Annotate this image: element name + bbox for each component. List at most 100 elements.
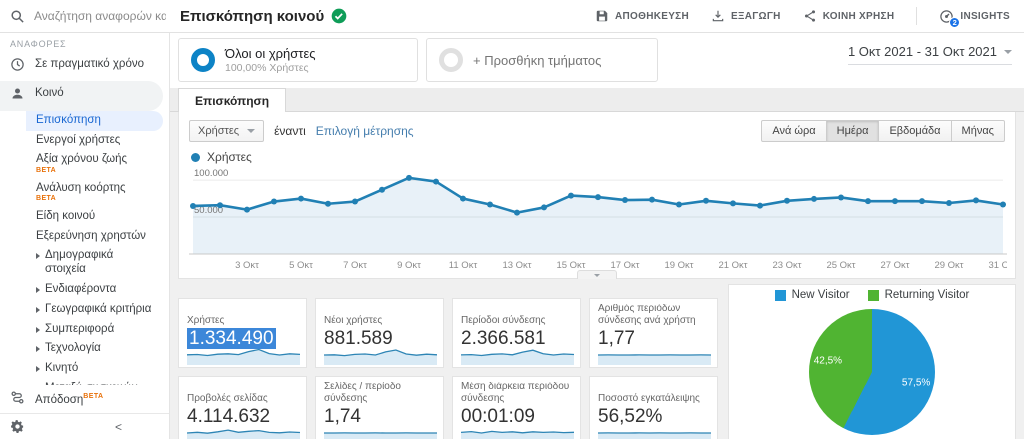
metric-sparkline: [324, 432, 437, 439]
sidebar-item-κινητό[interactable]: Κινητό: [26, 359, 163, 379]
sidebar-item-ανάλυση-κοόρτης[interactable]: Ανάλυση κοόρτης BETA: [26, 179, 163, 207]
segment-ring-icon: [191, 48, 215, 72]
sidebar-item-audience[interactable]: Κοινό: [0, 81, 163, 111]
chart-expand-tab[interactable]: [577, 270, 617, 279]
export-icon: [711, 9, 725, 23]
chevron-right-icon: [36, 286, 40, 293]
svg-text:27 Οκτ: 27 Οκτ: [880, 260, 909, 271]
visitor-type-pie-chart[interactable]: [809, 309, 935, 435]
tab-overview[interactable]: Επισκόπηση: [178, 88, 287, 112]
legend-returning-visitor[interactable]: Returning Visitor: [867, 289, 969, 301]
action-label: ΕΞΑΓΩΓΗ: [731, 10, 781, 22]
sidebar-item-εξερεύνηση-χρηστών[interactable]: Εξερεύνηση χρηστών: [26, 227, 163, 247]
metric-sparkline: [187, 348, 300, 365]
metric-sparkline: [187, 429, 300, 439]
sidebar-item-αξία-χρόνου-ζωής[interactable]: Αξία χρόνου ζωής BETA: [26, 150, 163, 178]
pie-wrap: 57,5% 42,5%: [809, 309, 935, 435]
gear-icon[interactable]: [10, 419, 25, 434]
chevron-right-icon: [36, 366, 40, 373]
legend-label: New Visitor: [791, 289, 850, 301]
person-icon: [10, 86, 25, 105]
topbar-actions: ΑΠΟΘΗΚΕΥΣΗ ΕΞΑΓΩΓΗ ΚΟΙΝΗ ΧΡΗΣΗ 2 INSIGHTS: [595, 7, 1024, 28]
summary-section: Χρήστες 1.334.490 Νέοι χρήστες 881.589 Περίο…: [170, 284, 1024, 439]
sidebar-item-label: Εξερεύνηση χρηστών: [36, 229, 146, 242]
segment-chip-all-users[interactable]: Όλοι οι χρήστες 100,00% Χρήστες: [178, 38, 418, 82]
sidebar-item-label: Ενεργοί χρήστες: [36, 133, 121, 146]
metric-card-προβολές-σελίδας[interactable]: Προβολές σελίδας 4.114.632: [178, 376, 307, 439]
αποθηκευση-button[interactable]: ΑΠΟΘΗΚΕΥΣΗ: [595, 9, 689, 23]
granularity-μήνας[interactable]: Μήνας: [950, 120, 1005, 142]
legend-new-visitor[interactable]: New Visitor: [774, 289, 850, 301]
select-metric-link[interactable]: Επιλογή μέτρησης: [316, 124, 414, 138]
action-label: ΑΠΟΘΗΚΕΥΣΗ: [615, 10, 690, 22]
svg-text:21 Οκτ: 21 Οκτ: [718, 260, 747, 271]
chevron-down-icon: [1004, 49, 1012, 54]
insights-button[interactable]: 2 INSIGHTS: [939, 9, 1010, 28]
sidebar-item-label: Ενδιαφέροντα: [45, 282, 117, 295]
svg-text:7 Οκτ: 7 Οκτ: [343, 260, 367, 271]
metric-label: Ποσοστό εγκατάλειψης: [598, 392, 700, 404]
metric-card-ποσοστό-εγκατάλειψης[interactable]: Ποσοστό εγκατάλειψης 56,52%: [589, 376, 718, 439]
metric-card-αριθμός-περιόδων-σύνδεσης-ανά-χρήστη[interactable]: Αριθμός περιόδων σύνδεσης ανά χρήστη 1,77: [589, 298, 718, 368]
sidebar-item-attribution[interactable]: ΑπόδοσηBETA: [0, 385, 169, 413]
metric-select-dropdown[interactable]: Χρήστες: [189, 120, 265, 142]
metric-card-νέοι-χρήστες[interactable]: Νέοι χρήστες 881.589: [315, 298, 444, 368]
collapse-sidebar-icon[interactable]: <: [115, 420, 122, 434]
users-line-chart[interactable]: 50.000100.0003 Οκτ 5 Οκτ 7 Οκτ 9 Οκτ 11 Οκτ 1…: [189, 166, 1018, 276]
topbar: Επισκόπηση κοινού ΑΠΟΘΗΚΕΥΣΗ ΕΞΑΓΩΓΗ ΚΟΙΝΗ…: [0, 0, 1024, 33]
sidebar-item-label: Είδη κοινού: [36, 209, 96, 222]
sidebar-item-label: Γεωγραφικά κριτήρια: [45, 302, 152, 315]
series-legend-label: Χρήστες: [207, 150, 252, 164]
action-label: ΚΟΙΝΗ ΧΡΗΣΗ: [822, 10, 895, 22]
sidebar-item-συμπεριφορά[interactable]: Συμπεριφορά: [26, 320, 163, 340]
add-segment-label: + Προσθήκη τμήματος: [473, 52, 602, 68]
sidebar-item-τεχνολογία[interactable]: Τεχνολογία: [26, 339, 163, 359]
sidebar-item-ενδιαφέροντα[interactable]: Ενδιαφέροντα: [26, 280, 163, 300]
svg-text:31 Οκτ: 31 Οκτ: [988, 260, 1007, 271]
svg-text:23 Οκτ: 23 Οκτ: [772, 260, 801, 271]
action-label: INSIGHTS: [960, 10, 1010, 22]
segment-ring-empty-icon: [439, 48, 463, 72]
sidebar-item-label: Δημογραφικά στοιχεία: [45, 249, 114, 276]
sidebar-item-γεωγραφικά-κριτήρια[interactable]: Γεωγραφικά κριτήρια: [26, 300, 163, 320]
granularity-ημέρα[interactable]: Ημέρα: [825, 120, 880, 142]
metric-label: Αριθμός περιόδων σύνδεσης ανά χρήστη: [598, 304, 696, 326]
add-segment-chip[interactable]: + Προσθήκη τμήματος: [426, 38, 658, 82]
audience-submenu: Επισκόπηση Ενεργοί χρήστες Αξία χρόνου ζωή…: [0, 110, 169, 407]
metric-sparkline: [598, 354, 711, 365]
beta-badge: BETA: [36, 167, 57, 175]
granularity-ανά-ώρα[interactable]: Ανά ώρα: [761, 120, 827, 142]
pie-slice-label: 57,5%: [901, 377, 931, 389]
sidebar-item-ενεργοί-χρήστες[interactable]: Ενεργοί χρήστες: [26, 131, 163, 151]
metric-card-περίοδοι-σύνδεσης[interactable]: Περίοδοι σύνδεσης 2.366.581: [452, 298, 581, 368]
beta-badge: BETA: [83, 392, 104, 400]
metric-sparkline: [461, 349, 574, 365]
metric-card-μέση-διάρκεια-περιόδου-σύνδεσης[interactable]: Μέση διάρκεια περιόδου σύνδεσης 00:01:09: [452, 376, 581, 439]
εξαγωγη-button[interactable]: ΕΞΑΓΩΓΗ: [711, 9, 781, 23]
sidebar-item-realtime[interactable]: Σε πραγματικό χρόνο: [0, 52, 169, 81]
metric-card-σελίδες-περίοδο-σύνδεσης[interactable]: Σελίδες / περίοδο σύνδεσης 1,74: [315, 376, 444, 439]
chevron-right-icon: [36, 306, 40, 313]
svg-text:25 Οκτ: 25 Οκτ: [826, 260, 855, 271]
metric-card-χρήστες[interactable]: Χρήστες 1.334.490: [178, 298, 307, 368]
metric-label: Νέοι χρήστες: [324, 314, 383, 326]
sidebar-item-είδη-κοινού[interactable]: Είδη κοινού: [26, 207, 163, 227]
metric-label: Μέση διάρκεια περιόδου σύνδεσης: [461, 382, 570, 404]
sidebar-item-label: Αξία χρόνου ζωής BETA: [36, 153, 128, 175]
metric-label: Σελίδες / περίοδο σύνδεσης: [324, 382, 401, 404]
svg-text:19 Οκτ: 19 Οκτ: [664, 260, 693, 271]
chevron-right-icon: [36, 326, 40, 333]
vs-label: έναντι: [274, 124, 306, 138]
svg-text:9 Οκτ: 9 Οκτ: [397, 260, 421, 271]
search-input[interactable]: [34, 9, 166, 23]
sidebar-utility-bar: <: [0, 413, 169, 439]
κοινη-χρηση-button[interactable]: ΚΟΙΝΗ ΧΡΗΣΗ: [803, 9, 895, 23]
granularity-εβδομάδα[interactable]: Εβδομάδα: [878, 120, 952, 142]
date-range-selector[interactable]: 1 Οκτ 2021 - 31 Οκτ 2021: [847, 44, 1012, 65]
sidebar-item-επισκόπηση[interactable]: Επισκόπηση: [26, 110, 163, 131]
metric-label: Περίοδοι σύνδεσης: [461, 314, 546, 326]
global-search[interactable]: [0, 0, 170, 32]
insights-icon: 2: [939, 9, 961, 28]
chevron-right-icon: [36, 346, 40, 353]
sidebar-item-δημογραφικά-στοιχεία[interactable]: Δημογραφικά στοιχεία: [26, 246, 163, 280]
